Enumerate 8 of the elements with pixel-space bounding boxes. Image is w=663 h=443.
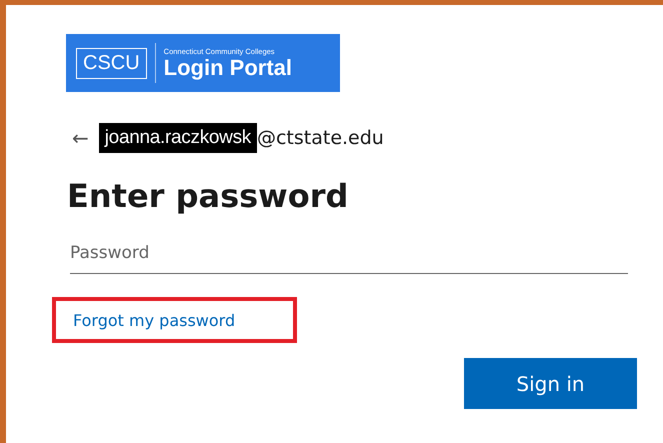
logo-title: Login Portal [164,56,292,80]
account-domain: @ctstate.edu [256,127,384,149]
account-name: joanna.raczkowsk [98,123,257,153]
forgot-password-link[interactable]: Forgot my password [73,310,236,330]
sign-in-button[interactable]: Sign in [464,358,637,409]
page-heading: Enter password [67,177,350,215]
logo-abbreviation: CSCU [76,48,147,78]
back-button[interactable]: ← [66,126,93,150]
